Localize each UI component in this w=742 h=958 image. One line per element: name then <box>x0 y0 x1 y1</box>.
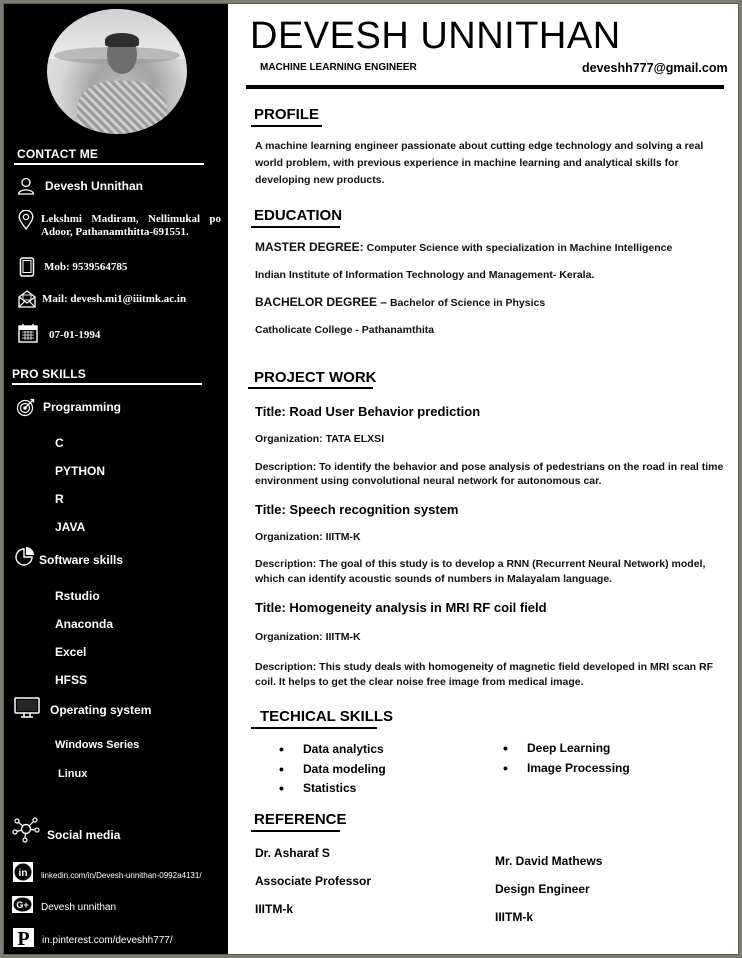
contact-mobile: Mob: 9539564785 <box>19 257 127 277</box>
project-title: Title: Speech recognition system <box>255 502 459 517</box>
project-org: Organization: TATA ELXSI <box>255 433 385 445</box>
svg-text:G+: G+ <box>16 900 28 910</box>
reference-name: Dr. Asharaf S <box>255 846 330 860</box>
contact-heading: CONTACT ME <box>17 147 99 161</box>
skill-item: HFSS <box>55 673 88 687</box>
pinterest-icon: P <box>13 928 34 947</box>
project-desc: environment using convolutional neural n… <box>255 475 602 487</box>
header-email[interactable]: deveshh777@gmail.com <box>582 61 728 75</box>
contact-address: Lekshmi Madiram, Nellimukal po Adoor, Pa… <box>18 210 221 239</box>
profile-line: developing new products. <box>255 174 385 186</box>
project-org: Organization: IIITM-K <box>255 531 361 543</box>
skill-item: Excel <box>55 645 87 659</box>
skill-item: C <box>55 436 64 450</box>
skill-item: Rstudio <box>55 589 100 603</box>
svg-text:P: P <box>17 928 29 947</box>
social-media-heading: Social media <box>11 815 120 843</box>
reference-name: Mr. David Mathews <box>495 854 603 868</box>
projects-underline <box>248 387 373 389</box>
target-icon <box>16 397 36 417</box>
pro-skills-heading: PRO SKILLS <box>12 367 87 381</box>
technical-skills-col1: Data analytics Data modeling Statistics <box>279 741 386 801</box>
social-google-plus[interactable]: G+ Devesh unnithan <box>12 896 116 913</box>
mail-icon <box>18 290 36 308</box>
education-master: MASTER DEGREE: Computer Science with spe… <box>255 240 673 254</box>
education-master-school: Indian Institute of Information Technolo… <box>255 269 595 281</box>
social-pinterest[interactable]: P in.pinterest.com/deveshh777/ <box>13 928 173 947</box>
technical-skill-item: Data modeling <box>279 761 386 782</box>
skill-item: R <box>55 492 64 506</box>
education-underline <box>251 226 340 228</box>
location-pin-icon <box>18 210 34 230</box>
project-title: Title: Road User Behavior prediction <box>255 404 481 419</box>
technical-skill-item: Deep Learning <box>503 740 630 761</box>
projects-heading: PROJECT WORK <box>254 369 377 386</box>
skill-item: Linux <box>58 768 88 780</box>
education-bachelor: BACHELOR DEGREE – Bachelor of Science in… <box>255 295 546 309</box>
contact-divider <box>14 163 204 165</box>
profile-underline <box>251 125 322 127</box>
pie-chart-icon <box>13 545 35 567</box>
contact-dob: 07-01-1994 <box>18 323 100 343</box>
education-heading: EDUCATION <box>254 207 343 224</box>
project-desc: which can identify acoustic sounds of nu… <box>255 573 613 585</box>
profile-heading: PROFILE <box>254 106 320 123</box>
profile-photo <box>47 9 187 134</box>
skill-item: Anaconda <box>55 617 114 631</box>
technical-skill-item: Data analytics <box>279 741 386 762</box>
technical-skill-item: Image Processing <box>503 760 630 781</box>
technical-skill-item: Statistics <box>279 780 386 801</box>
google-plus-icon: G+ <box>12 896 33 913</box>
technical-skills-col2: Deep Learning Image Processing <box>503 740 630 781</box>
reference-heading: REFERENCE <box>254 811 347 828</box>
reference-title: Design Engineer <box>495 882 590 896</box>
reference-underline <box>251 830 340 832</box>
mobile-phone-icon <box>19 257 35 277</box>
linkedin-icon: in <box>13 862 33 882</box>
technical-skills-heading: TECHICAL SKILLS <box>260 708 394 725</box>
network-icon <box>11 815 41 843</box>
reference-org: IIITM-k <box>255 902 293 916</box>
contact-mail: Mail: devesh.mi1@iiitmk.ac.in <box>18 290 186 308</box>
reference-org: IIITM-k <box>495 910 533 924</box>
candidate-name: DEVESH UNNITHAN <box>250 15 621 57</box>
person-icon <box>17 177 35 195</box>
education-bachelor-school: Catholicate College - Pathanamthita <box>255 324 435 336</box>
project-title: Title: Homogeneity analysis in MRI RF co… <box>255 600 547 615</box>
skill-item: PYTHON <box>55 464 106 478</box>
job-title: MACHINE LEARNING ENGINEER <box>260 62 417 73</box>
sidebar: CONTACT ME Devesh Unnithan Lekshmi Madir… <box>4 4 228 954</box>
header-divider <box>246 85 724 89</box>
reference-title: Associate Professor <box>255 874 372 888</box>
contact-name: Devesh Unnithan <box>17 177 143 195</box>
profile-line: world problem, with previous experience … <box>255 157 679 169</box>
resume-page: CONTACT ME Devesh Unnithan Lekshmi Madir… <box>3 3 739 955</box>
skill-item: Windows Series <box>55 739 140 751</box>
pro-skills-divider <box>12 383 202 385</box>
project-org: Organization: IIITM-K <box>255 631 361 643</box>
technical-skills-underline <box>251 727 377 729</box>
skill-item: JAVA <box>55 520 86 534</box>
profile-line: A machine learning engineer passionate a… <box>255 140 704 152</box>
skill-group-os: Operating system <box>14 697 151 719</box>
monitor-icon <box>14 697 40 719</box>
calendar-icon <box>18 323 38 343</box>
svg-text:in: in <box>19 868 28 879</box>
skill-group-software: Software skills <box>13 545 123 567</box>
skill-group-programming: Programming <box>16 397 121 417</box>
social-linkedin[interactable]: in linkedin.com/in/Devesh-unnithan-0992a… <box>13 862 202 882</box>
project-desc: coil. It helps to get the clear noise fr… <box>255 676 584 688</box>
